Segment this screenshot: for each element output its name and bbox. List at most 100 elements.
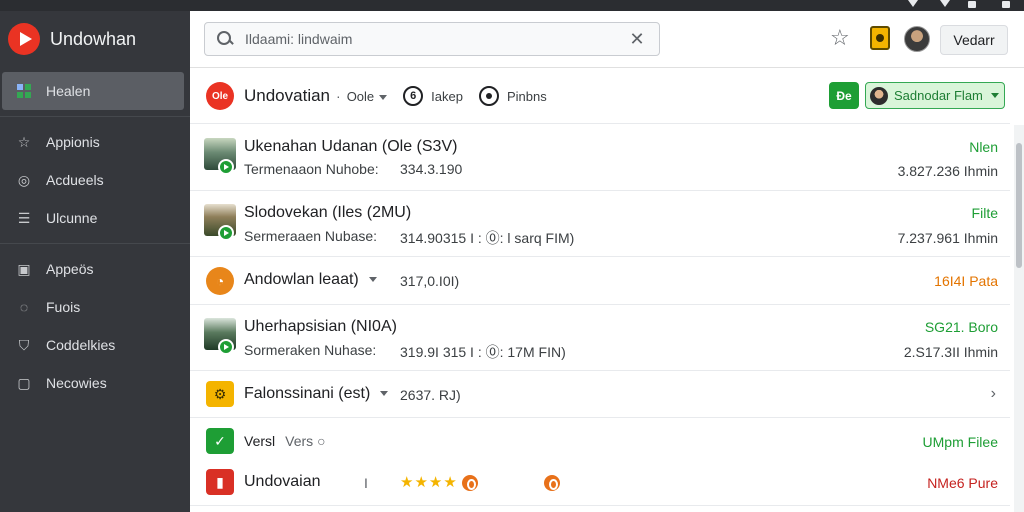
item-subtitle: Sormeraken Nuhase: [244,342,377,358]
list-item[interactable]: ✓ Versl Vers ○ UMpm Filee [190,418,1010,462]
circle-icon: ◌ [19,299,29,315]
item-title: Versl Vers ○ [244,433,326,449]
shield-icon: ⛉ [18,336,30,353]
list-item[interactable]: Slodovekan (Iles (2MU) Sermeraaen Nubase… [190,191,1010,257]
item-status: UMpm Filee [922,434,998,450]
chevron-down-icon[interactable] [368,277,377,283]
sidebar-divider [0,243,190,244]
item-list: Ukenahan Udanan (Ole (S3V) Termenaaon Nu… [190,125,1010,506]
search-input[interactable] [245,31,627,47]
header-action-button[interactable]: Vedarr [940,25,1008,55]
item-meta: 3.827.236 Ihmin [897,163,998,179]
item-subtitle: Termenaaon Nuhobe: [244,161,379,177]
sidebar-item-fuois[interactable]: ◌ Fuois [0,288,190,326]
item-title: Uherhapsisian (NI0A) [244,318,397,335]
sidebar-item-label: Necowies [46,375,107,391]
chip-label: Pinbns [506,88,547,104]
item-title-text: Andowlan leaat) [244,271,359,288]
list-item[interactable]: ▮ Undovaian I ★★★★ NMe6 Pure [190,462,1010,506]
account-selector[interactable]: Sadnodar Flam [865,82,1005,109]
scrollbar-thumb[interactable] [1016,143,1022,268]
separator-dot: · [336,88,341,104]
document-icon: ▮ [206,469,234,495]
item-meta: 2.S17.3II Ihmin [903,344,998,360]
chip-pinbns[interactable]: Pinbns [478,86,547,106]
account-label: Sadnodar Flam [894,88,983,103]
sidebar-item-coddelkies[interactable]: ⛉ Coddelkies [0,326,190,364]
signal-icon [908,0,918,7]
item-status: Nlen [969,139,998,155]
notification-icon [1002,1,1010,8]
chevron-down-icon[interactable] [380,391,389,397]
play-badge-icon [218,339,234,355]
scrollbar[interactable] [1014,125,1024,512]
grid-icon [16,83,32,99]
wifi-icon [940,0,950,7]
chevron-right-icon[interactable]: › [991,385,996,403]
avatar[interactable] [904,26,930,52]
subheader-dropdown[interactable]: Oole [346,88,388,104]
search-icon [217,31,233,47]
chip-label: Iakep [431,88,463,104]
search-bar[interactable]: ✕ [204,22,660,56]
sidebar-item-appeos[interactable]: ▣ Appeös [0,250,190,288]
header: ✕ ☆ Vedarr [190,11,1024,68]
sidebar-item-label: Ulcunne [46,210,98,226]
sidebar-item-label: Coddelkies [46,337,116,353]
chip-iakep[interactable]: 6 Iakep [403,86,463,106]
sidebar-item-appionis[interactable]: ☆ Appionis [0,123,190,161]
info-icon: ○ [317,433,326,449]
item-meta: 7.237.961 Ihmin [897,230,998,246]
badge-icon [461,475,478,492]
list-item[interactable]: Ukenahan Udanan (Ole (S3V) Termenaaon Nu… [190,125,1010,191]
item-title-secondary: Vers [285,433,314,449]
list-item[interactable]: ⚙ Falonssinani (est) 2637. RJ) › [190,371,1010,418]
star-icon: ★★★★ [400,474,458,491]
list-icon: ☰ [17,209,31,226]
sidebar-item-ulcunne[interactable]: ☰ Ulcunne [0,199,190,237]
item-status: NMe6 Pure [927,475,998,491]
sidebar-divider [0,116,190,117]
list-item[interactable]: ◔ Andowlan leaat) 317,0.I0I) 16I4I Pata [190,257,1010,305]
item-title: Andowlan leaat) [244,271,377,289]
item-title: Slodovekan (Iles (2MU) [244,204,412,221]
green-status-button[interactable]: Ðe [829,82,859,109]
chevron-down-icon [990,93,999,98]
app-title: Undovatian [244,86,331,105]
sidebar-item-acdueels[interactable]: ◎ Acdueels [0,161,190,199]
gear-icon: ⚙ [206,381,234,407]
extension-icon[interactable] [870,26,890,50]
item-status: SG21. Boro [924,319,998,335]
play-badge-icon [218,159,234,175]
app-logo-icon: Ole [206,82,234,110]
item-status: 16I4I Pata [934,273,998,289]
chevron-down-icon [379,94,388,100]
dropdown-label: Oole [346,88,375,104]
box-icon: ▣ [17,260,31,277]
battery-icon [968,1,976,8]
sidebar-item-label: Healen [46,83,91,99]
list-item[interactable]: Uherhapsisian (NI0A) Sormeraken Nuhase: … [190,305,1010,371]
radio-icon [478,86,499,106]
sidebar-item-healen[interactable]: Healen [2,72,184,110]
sidebar-item-label: Fuois [46,299,81,315]
star-icon[interactable]: ☆ [830,27,850,49]
play-badge-icon [218,225,234,241]
item-title: Ukenahan Udanan (Ole (S3V) [244,138,458,155]
item-title: Undovaian [244,473,321,490]
item-value: 317,0.I0I) [400,273,460,289]
item-divider-text: I [364,475,368,491]
item-value: 2637. RJ) [400,387,461,403]
square-icon: ▢ [17,374,31,391]
circle-icon: ◎ [17,171,31,188]
number-badge-icon: 6 [403,86,424,106]
item-value: 334.3.190 [400,161,463,177]
brand-logo-icon [8,23,40,55]
brand[interactable]: Undowhan [8,23,136,55]
close-icon[interactable]: ✕ [627,29,647,50]
item-title-text: Versl [244,433,276,449]
sidebar-item-necowies[interactable]: ▢ Necowies [0,364,190,402]
item-status: Filte [971,205,998,221]
brand-name: Undowhan [50,28,137,49]
item-subtitle: Sermeraaen Nubase: [244,228,378,244]
